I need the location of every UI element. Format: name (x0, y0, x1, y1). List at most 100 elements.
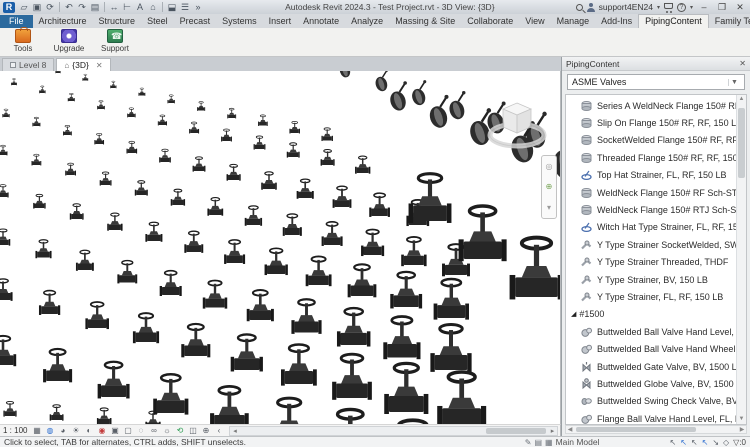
select-pinned-icon[interactable]: ↖ (691, 438, 698, 447)
family-list-item[interactable]: SocketWelded Flange 150# RF, RF, 150 LB,… (566, 132, 736, 149)
family-group-row[interactable]: ◢#1500 (566, 306, 736, 323)
family-list-item[interactable]: Buttwelded Ball Valve Hand Level, BV, 15… (566, 323, 736, 340)
ribbon-tab-architecture[interactable]: Architecture (33, 15, 93, 28)
model-viewport[interactable]: ◎ ⊕ ▾ (0, 71, 561, 424)
design-options-icon[interactable]: ▦ (545, 438, 553, 447)
render-icon[interactable]: ◉ (96, 426, 107, 436)
help-menu-chevron-icon[interactable]: ▾ (690, 4, 693, 11)
scroll-track[interactable] (737, 104, 746, 415)
crop-region-icon[interactable]: ▦ (31, 426, 42, 436)
family-list-item[interactable]: Y Type Strainer, FL, RF, 150 LB (566, 288, 736, 305)
signed-in-user[interactable]: support4EN24 (599, 2, 653, 12)
temporary-properties-icon[interactable]: ⟲ (174, 426, 185, 436)
ribbon-tab-manage[interactable]: Manage (551, 15, 596, 28)
temporary-hide-icon[interactable]: ∞ (148, 426, 159, 436)
section-icon[interactable]: ⬓ (166, 1, 178, 13)
analytical-model-icon[interactable]: ◫ (187, 426, 198, 436)
upgrade-button[interactable]: Upgrade (50, 29, 88, 53)
support-button[interactable]: Support (96, 29, 134, 53)
nav-expand-icon[interactable]: ▾ (547, 203, 551, 212)
undo-icon[interactable]: ↶ (63, 1, 75, 13)
scroll-thumb[interactable] (576, 427, 696, 432)
scroll-track[interactable] (574, 426, 738, 433)
scroll-thumb[interactable] (738, 108, 745, 178)
measure-icon[interactable]: ↔ (108, 1, 120, 13)
sun-path-icon[interactable]: ☀ (70, 426, 81, 436)
family-list-item[interactable]: Y Type Strainer SocketWelded, SW (566, 236, 736, 253)
scroll-thumb[interactable] (486, 428, 546, 434)
thin-lines-icon[interactable]: ☰ (179, 1, 191, 13)
reveal-hidden-icon[interactable]: ☼ (161, 426, 172, 436)
expander-icon[interactable]: ◢ (571, 310, 576, 318)
detail-level-icon[interactable]: ◍ (44, 426, 55, 436)
family-list-item[interactable]: Flange Ball Valve Hand Level, FL, RF, 15… (566, 410, 736, 424)
tools-button[interactable]: Tools (4, 29, 42, 53)
view-tab-level8[interactable]: Level 8 (2, 58, 54, 71)
user-menu-chevron-icon[interactable]: ▾ (657, 4, 660, 11)
family-list-item[interactable]: Threaded Flange 150# RF, RF, 150 LB, ASM… (566, 149, 736, 166)
active-workset-label[interactable]: Main Model (556, 437, 600, 447)
print-icon[interactable]: ▤ (89, 1, 101, 13)
close-button[interactable]: ✕ (733, 2, 747, 13)
family-list-item[interactable]: Series A WeldNeck Flange 150# RF, RF, 15… (566, 97, 736, 114)
scroll-up-icon[interactable]: ▲ (739, 95, 745, 104)
redo-icon[interactable]: ↷ (76, 1, 88, 13)
open-icon[interactable]: ▱ (18, 1, 30, 13)
search-icon[interactable] (576, 4, 583, 11)
aligned-dimension-icon[interactable]: ⊢ (121, 1, 133, 13)
worksets-icon[interactable]: ▤ (534, 438, 542, 447)
minimize-button[interactable]: – (697, 2, 711, 12)
navigation-bar[interactable]: ◎ ⊕ ▾ (541, 155, 557, 219)
select-by-face-icon[interactable]: ↖ (702, 438, 709, 447)
scale-button[interactable]: 1 : 100 (3, 426, 27, 435)
customize-qat-icon[interactable]: » (192, 1, 204, 13)
ribbon-tab-analyze[interactable]: Analyze (345, 15, 389, 28)
user-avatar-icon[interactable] (587, 3, 595, 11)
view-tab-3d[interactable]: ⌂ {3D} ✕ (56, 58, 110, 71)
ribbon-tab-add-ins[interactable]: Add-Ins (595, 15, 638, 28)
scroll-left-icon[interactable]: ◀ (566, 426, 574, 433)
family-list-item[interactable]: WeldNeck Flange 150# RF Sch-STD, RF, 150… (566, 184, 736, 201)
ribbon-tab-pipingcontent[interactable]: PipingContent (638, 14, 709, 28)
close-view-icon[interactable]: ✕ (96, 61, 103, 70)
collapse-icon[interactable]: ‹ (213, 426, 224, 436)
store-cart-icon[interactable] (664, 3, 673, 9)
select-underlay-icon[interactable]: ↖ (680, 438, 687, 447)
panel-close-icon[interactable]: ✕ (739, 59, 746, 68)
family-list-item[interactable]: Witch Hat Type Strainer, FL, RF, 150 LB (566, 219, 736, 236)
save-icon[interactable]: ▣ (31, 1, 43, 13)
show-crop-icon[interactable]: ▢ (122, 426, 133, 436)
scroll-down-icon[interactable]: ▼ (739, 415, 745, 424)
ribbon-tab-family-tester[interactable]: Family Tester (709, 15, 750, 28)
press-drag-icon[interactable]: ◇ (723, 438, 729, 447)
select-links-icon[interactable]: ↖ (670, 438, 677, 447)
default-3d-view-icon[interactable]: ⌂ (147, 1, 159, 13)
list-horizontal-scrollbar[interactable]: ◀ ▶ (565, 425, 747, 434)
ribbon-tab-precast[interactable]: Precast (174, 15, 217, 28)
restore-button[interactable]: ❐ (715, 2, 729, 13)
scroll-track[interactable] (239, 427, 548, 435)
ribbon-tab-massing-site[interactable]: Massing & Site (389, 15, 461, 28)
panel-header[interactable]: PipingContent ✕ (562, 57, 750, 71)
catalog-dropdown[interactable]: ASME Valves ▼ (567, 74, 745, 90)
selection-filter-count[interactable]: ▽:0 (733, 438, 746, 447)
family-list-item[interactable]: WeldNeck Flange 150# RTJ Sch-STD, RTJ, 1… (566, 201, 736, 218)
ribbon-tab-file[interactable]: File (0, 15, 33, 28)
unlock-view-icon[interactable]: ◌ (135, 426, 146, 436)
drag-on-selection-icon[interactable]: ↘ (712, 438, 719, 447)
ribbon-tab-steel[interactable]: Steel (141, 15, 174, 28)
canvas-horizontal-scrollbar[interactable]: ◂ ▸ (229, 426, 558, 436)
zoom-icon[interactable]: ⊕ (546, 182, 553, 191)
viewcube[interactable] (486, 97, 548, 153)
ribbon-tab-structure[interactable]: Structure (93, 15, 142, 28)
scroll-right-icon[interactable]: ▶ (738, 426, 746, 433)
constraints-icon[interactable]: ⊕ (200, 426, 211, 436)
family-list-item[interactable]: Buttwelded Gate Valve, BV, 1500 LB (566, 358, 736, 375)
ribbon-tab-insert[interactable]: Insert (263, 15, 298, 28)
sync-icon[interactable]: ⟳ (44, 1, 56, 13)
crop-view-icon[interactable]: ▣ (109, 426, 120, 436)
editable-only-icon[interactable]: ✎ (525, 438, 532, 447)
family-list-item[interactable]: Buttwelded Swing Check Valve, BV, 1500 L… (566, 393, 736, 410)
scroll-left-icon[interactable]: ◂ (230, 427, 239, 435)
family-list-item[interactable]: Buttwelded Ball Valve Hand Wheel, BV, 15… (566, 340, 736, 357)
